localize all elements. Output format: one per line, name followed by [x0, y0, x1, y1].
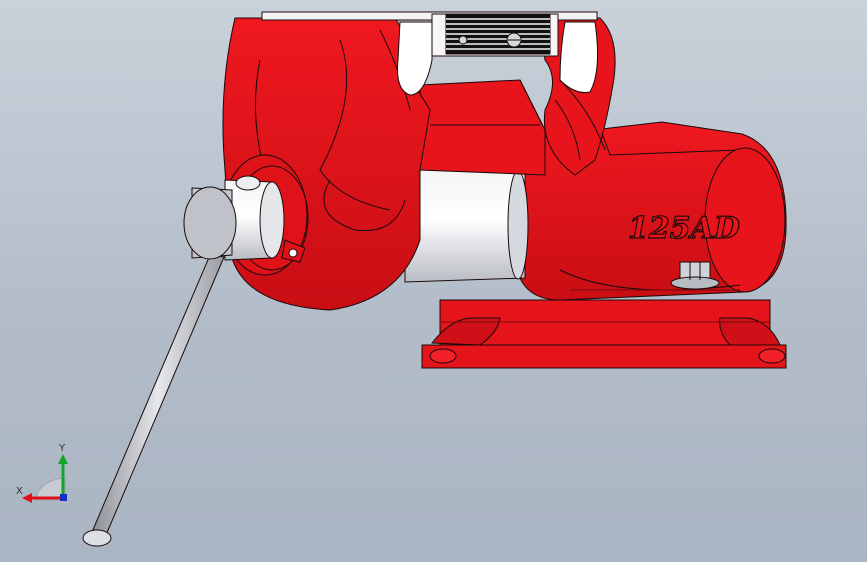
- triad-y-label: Y: [59, 443, 66, 454]
- swivel-base[interactable]: [421, 299, 787, 369]
- vise-handle[interactable]: [82, 254, 225, 547]
- triad-x-label: X: [16, 486, 23, 497]
- z-axis-marker: [60, 494, 67, 501]
- model-viewport[interactable]: 125AD Y X: [0, 0, 867, 562]
- body-marking: 125AD: [628, 211, 740, 246]
- bench-vise-model[interactable]: 125AD: [0, 0, 867, 562]
- screw-hub[interactable]: [183, 186, 237, 260]
- orientation-triad: [22, 454, 68, 503]
- slide-bar[interactable]: [404, 167, 529, 283]
- slide-carriage[interactable]: [419, 79, 546, 176]
